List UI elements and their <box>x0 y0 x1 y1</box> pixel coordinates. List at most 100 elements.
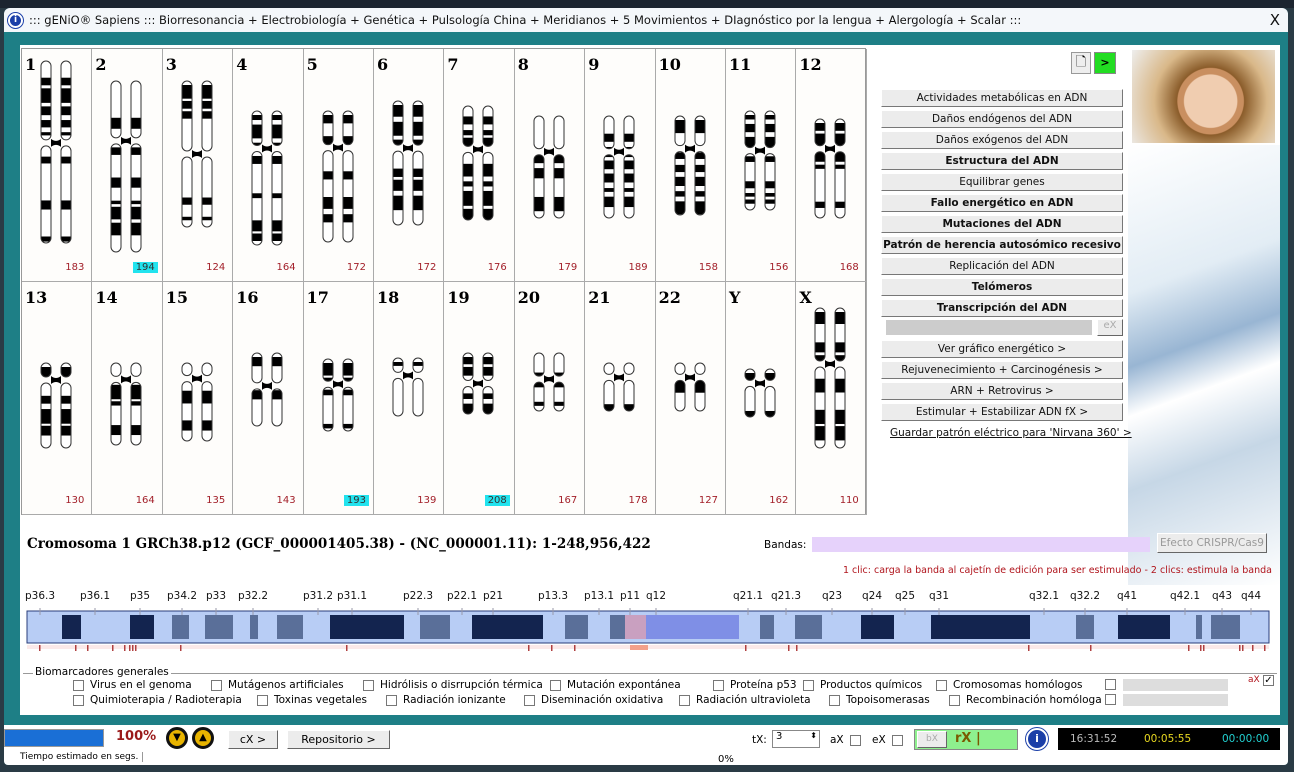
custom-checkbox-2[interactable] <box>1105 694 1116 705</box>
chromosome-cell-11[interactable]: 11 156 <box>726 49 797 282</box>
band-segment[interactable] <box>258 615 277 639</box>
band-segment[interactable] <box>450 615 472 639</box>
dna-action-button[interactable]: Mutaciones del ADN <box>881 215 1123 233</box>
biomarker-checkbox[interactable]: Mutación expontánea <box>550 679 681 691</box>
crispr-button[interactable]: Efecto CRISPR/Cas9 <box>1157 533 1267 553</box>
band-segment[interactable] <box>130 615 154 639</box>
bx-button[interactable]: bX <box>917 731 947 748</box>
play-button[interactable]: > <box>1094 52 1116 74</box>
band-label[interactable]: q32.1 <box>1029 590 1059 602</box>
checkbox-box[interactable] <box>936 679 947 691</box>
biomarker-checkbox[interactable]: Topoisomerasas <box>829 694 930 706</box>
checkbox-box[interactable] <box>803 679 814 691</box>
chromosome-cell-10[interactable]: 10 158 <box>655 49 726 282</box>
band-segment[interactable] <box>894 615 931 639</box>
band-segment[interactable] <box>1202 615 1211 639</box>
band-label[interactable]: q44 <box>1241 590 1261 602</box>
biomarker-checkbox[interactable]: Recombinación homóloga <box>949 694 1102 706</box>
chromosome-cell-9[interactable]: 9 189 <box>585 49 656 282</box>
band-segment[interactable] <box>739 615 760 639</box>
biomarker-checkbox[interactable]: Toxinas vegetales <box>257 694 367 706</box>
dna-action-button[interactable]: Replicación del ADN <box>881 257 1123 275</box>
dna-action-button[interactable]: Telómeros <box>881 278 1123 296</box>
biomarker-checkbox[interactable]: Diseminación oxidativa <box>524 694 663 706</box>
band-segment[interactable] <box>588 615 610 639</box>
chromosome-cell-19[interactable]: 19 208 <box>444 282 515 515</box>
band-segment[interactable] <box>205 615 233 639</box>
band-label[interactable]: p31.2 <box>303 590 333 602</box>
dna-action-button[interactable]: Daños exógenos del ADN <box>881 131 1123 149</box>
band-segment[interactable] <box>1094 615 1118 639</box>
chromosome-cell-21[interactable]: 21 178 <box>585 282 656 515</box>
chromosome-cell-4[interactable]: 4 164 <box>233 49 304 282</box>
band-label[interactable]: p36.1 <box>80 590 110 602</box>
band-label[interactable]: q42.1 <box>1170 590 1200 602</box>
band-label[interactable]: q25 <box>895 590 915 602</box>
band-segment[interactable] <box>795 615 822 639</box>
chromosome-cell-3[interactable]: 3 124 <box>162 49 234 282</box>
ex-button[interactable]: eX <box>1097 319 1123 336</box>
band-segment[interactable] <box>62 615 81 639</box>
chromosome-cell-18[interactable]: 18 139 <box>374 282 445 515</box>
dna-action-button[interactable]: Patrón de herencia autosómico recesivo <box>881 236 1123 254</box>
band-segment[interactable] <box>1076 615 1094 639</box>
band-segment[interactable] <box>172 615 189 639</box>
dna-action-button[interactable]: Transcripción del ADN <box>881 299 1123 317</box>
band-segment[interactable] <box>404 615 420 639</box>
ax-checkbox[interactable]: ✓ <box>1263 675 1274 686</box>
band-label[interactable]: q24 <box>862 590 882 602</box>
band-label[interactable]: q31 <box>929 590 949 602</box>
chromosome-cell-17[interactable]: 17 193 <box>303 282 374 515</box>
band-label[interactable]: p21 <box>483 590 503 602</box>
chromosome-cell-13[interactable]: 13 130 <box>22 282 93 515</box>
dna-action-button[interactable]: Actividades metabólicas en ADN <box>881 89 1123 107</box>
down-arrow-button[interactable]: ▼ <box>166 727 188 749</box>
info-button[interactable]: i <box>1026 728 1048 750</box>
band-label[interactable]: q21.3 <box>771 590 801 602</box>
band-label[interactable]: q41 <box>1117 590 1137 602</box>
dna-action-button[interactable]: Fallo energético en ADN <box>881 194 1123 212</box>
nav-button[interactable]: Ver gráfico energético > <box>881 340 1123 358</box>
checkbox-box[interactable] <box>386 694 397 706</box>
chromosome-cell-14[interactable]: 14 164 <box>92 282 163 515</box>
chromosome-cell-7[interactable]: 7 176 <box>444 49 515 282</box>
dna-action-button[interactable]: Equilibrar genes <box>881 173 1123 191</box>
band-segment[interactable] <box>822 615 861 639</box>
band-segment[interactable] <box>646 615 739 639</box>
band-segment[interactable] <box>861 615 894 639</box>
dna-action-button[interactable]: Daños endógenos del ADN <box>881 110 1123 128</box>
band-segment[interactable] <box>610 615 625 639</box>
band-label[interactable]: q23 <box>822 590 842 602</box>
biomarker-checkbox[interactable]: Quimioterapia / Radioterapia <box>73 694 242 706</box>
biomarker-checkbox[interactable]: Hidrólisis o disrrupción térmica <box>363 679 543 691</box>
checkbox-box[interactable] <box>713 679 724 691</box>
band-label[interactable]: p34.2 <box>167 590 197 602</box>
ex-input[interactable] <box>886 320 1092 335</box>
chromosome-cell-8[interactable]: 8 179 <box>514 49 586 282</box>
band-segment[interactable] <box>1196 615 1202 639</box>
chromosome-cell-1[interactable]: 1 183 <box>22 49 93 282</box>
band-segment[interactable] <box>420 615 450 639</box>
band-segment[interactable] <box>1240 615 1268 639</box>
band-label[interactable]: q12 <box>646 590 666 602</box>
chromosome-cell-5[interactable]: 5 172 <box>303 49 374 282</box>
repository-button[interactable]: Repositorio > <box>287 730 390 749</box>
checkbox-box[interactable] <box>211 679 222 691</box>
band-segment[interactable] <box>233 615 250 639</box>
chromosome-cell-20[interactable]: 20 167 <box>514 282 586 515</box>
band-segment[interactable] <box>565 615 588 639</box>
band-segment[interactable] <box>250 615 258 639</box>
chromosome-cell-15[interactable]: 15 135 <box>162 282 234 515</box>
chromosome-cell-12[interactable]: 12 168 <box>796 49 867 282</box>
biomarker-checkbox[interactable]: Virus en el genoma <box>73 679 192 691</box>
band-segment[interactable] <box>154 615 172 639</box>
band-label[interactable]: p36.3 <box>25 590 55 602</box>
band-segment[interactable] <box>81 615 130 639</box>
checkbox-box[interactable] <box>550 679 561 691</box>
cx-button[interactable]: cX > <box>228 730 278 749</box>
bandas-input[interactable] <box>812 537 1150 552</box>
checkbox-box[interactable] <box>829 694 840 706</box>
biomarker-checkbox[interactable]: Mutágenos artificiales <box>211 679 344 691</box>
save-pattern-link[interactable]: Guardar patrón eléctrico para 'Nirvana 3… <box>890 427 1132 439</box>
band-label[interactable]: q43 <box>1212 590 1232 602</box>
